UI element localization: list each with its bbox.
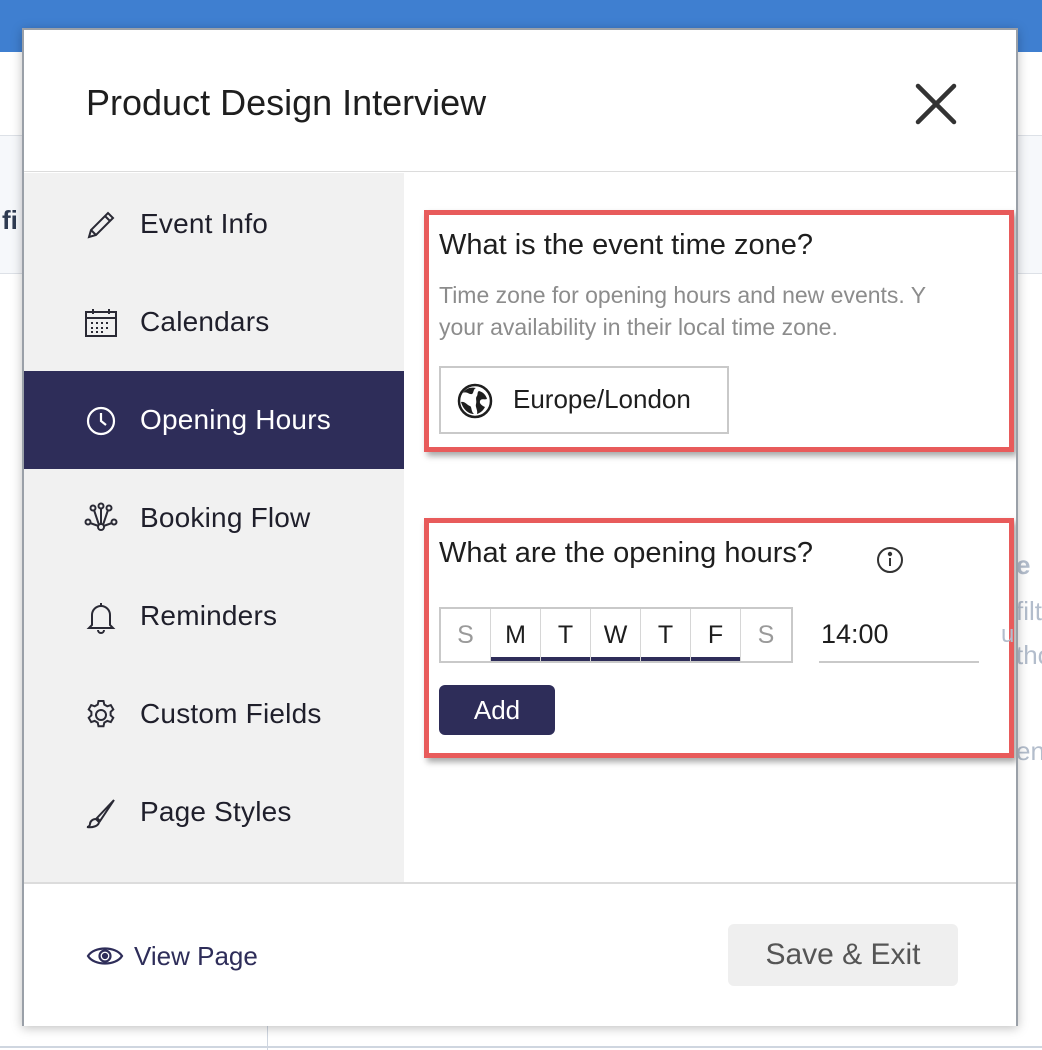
background-text-fragment: fi (2, 205, 18, 235)
flow-icon (84, 502, 118, 536)
sidebar-item-booking-flow[interactable]: Booking Flow (24, 469, 404, 567)
gear-icon (84, 698, 118, 732)
opening-hours-question: What are the opening hours? (439, 537, 814, 569)
sidebar-item-custom-fields[interactable]: Custom Fields (24, 665, 404, 763)
sidebar-item-label: Booking Flow (140, 502, 311, 533)
brush-icon (84, 796, 118, 830)
close-button[interactable] (908, 76, 964, 132)
background-text-fragment: filt (1016, 596, 1042, 626)
day-toggle-monday[interactable]: M (491, 609, 541, 661)
day-toggle-thursday[interactable]: T (641, 609, 691, 661)
timezone-question: What is the event time zone? (439, 229, 813, 261)
background-text-fragment: en (1016, 736, 1042, 766)
start-time-input[interactable] (819, 607, 979, 663)
clock-icon (84, 404, 118, 438)
pencil-icon (84, 208, 118, 242)
timezone-help-text: your availability in their local time zo… (439, 314, 838, 340)
timezone-help-text: Time zone for opening hours and new even… (439, 282, 927, 308)
info-icon[interactable] (875, 545, 905, 580)
modal-header: Product Design Interview (24, 30, 1016, 172)
close-icon (915, 83, 957, 125)
day-toggle-sunday[interactable]: S (441, 609, 491, 661)
day-toggle-tuesday[interactable]: T (541, 609, 591, 661)
day-toggle-saturday[interactable]: S (741, 609, 791, 661)
view-page-link[interactable]: View Page (86, 936, 258, 976)
modal-title: Product Design Interview (86, 82, 487, 123)
modal-footer: View Page Save & Exit (24, 882, 1016, 1026)
globe-icon (457, 383, 493, 424)
timezone-section: What is the event time zone? Time zone f… (424, 210, 1014, 452)
settings-content: What is the event time zone? Time zone f… (404, 173, 1016, 882)
opening-hours-section: What are the opening hours? S M T W T F … (424, 518, 1014, 758)
timezone-select-button[interactable]: Europe/London (439, 366, 729, 434)
sidebar-item-label: Opening Hours (140, 404, 331, 435)
sidebar-item-page-styles[interactable]: Page Styles (24, 763, 404, 861)
view-page-label: View Page (134, 940, 258, 971)
calendar-icon (84, 306, 118, 340)
background-text-fragment: e (1016, 550, 1031, 580)
background-divider (0, 1046, 1042, 1048)
save-and-exit-button[interactable]: Save & Exit (728, 924, 958, 986)
time-field-overflow-text: u (1001, 621, 1015, 648)
sidebar-item-label: Page Styles (140, 796, 292, 827)
day-toggle-wednesday[interactable]: W (591, 609, 641, 661)
sidebar-item-opening-hours[interactable]: Opening Hours (24, 371, 404, 469)
background-text-fragment: tho (1016, 640, 1042, 670)
sidebar-item-event-info[interactable]: Event Info (24, 175, 404, 273)
sidebar-item-label: Event Info (140, 208, 269, 239)
eye-icon (86, 947, 124, 965)
add-hours-button[interactable]: Add (439, 685, 555, 735)
bell-icon (84, 600, 118, 634)
day-toggle-friday[interactable]: F (691, 609, 741, 661)
event-settings-modal: Product Design Interview Event Info Cale… (22, 28, 1018, 1026)
sidebar-item-label: Custom Fields (140, 698, 322, 729)
sidebar-item-label: Reminders (140, 600, 278, 631)
weekday-selector: S M T W T F S (439, 607, 793, 663)
sidebar-item-reminders[interactable]: Reminders (24, 567, 404, 665)
sidebar-item-calendars[interactable]: Calendars (24, 273, 404, 371)
timezone-value: Europe/London (513, 384, 691, 414)
sidebar-item-label: Calendars (140, 306, 270, 337)
settings-sidebar: Event Info Calendars Opening Hours Booki… (24, 173, 404, 882)
